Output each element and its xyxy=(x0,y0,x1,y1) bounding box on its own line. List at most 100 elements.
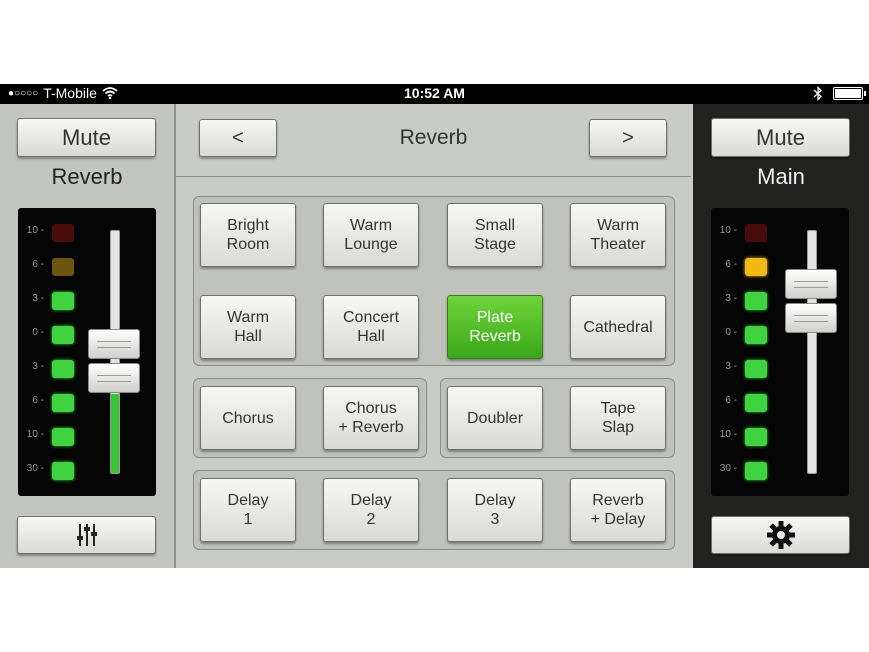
preset-label-line2: Room xyxy=(226,236,270,253)
preset-label: Cathedral xyxy=(583,318,652,337)
effects-panel: < Reverb > Bright Room Warm Lounge Small Stag… xyxy=(176,104,691,568)
preset-label-line2: Hall xyxy=(357,328,385,345)
right-meter-led xyxy=(745,292,767,310)
left-meter-row: 3 - xyxy=(18,360,88,378)
preset-label-line1: Delay xyxy=(227,492,269,509)
right-level-meter: 10 - 6 - 3 - 0 - 3 - 6 - 10 - 30 - xyxy=(711,208,849,496)
left-eq-button[interactable] xyxy=(17,516,156,554)
preset-button[interactable]: Concert Hall xyxy=(323,295,419,359)
right-meter-label: 10 - xyxy=(719,429,737,440)
left-meter-label: 0 - xyxy=(32,327,44,338)
left-meter-row: 6 - xyxy=(18,394,88,412)
preset-label-line1: Warm xyxy=(226,309,270,326)
preset-label-line1: Cathedral xyxy=(583,318,653,336)
left-meter-label: 6 - xyxy=(32,395,44,406)
right-fader-handle[interactable] xyxy=(785,268,837,299)
preset-button[interactable]: Small Stage xyxy=(447,203,543,267)
right-channel-name: Main xyxy=(757,164,805,189)
preset-button[interactable]: Tape Slap xyxy=(570,386,666,450)
preset-label-line2: Lounge xyxy=(344,236,398,253)
preset-button[interactable]: Warm Lounge xyxy=(323,203,419,267)
left-fader-handle-lower[interactable] xyxy=(88,363,140,394)
preset-button[interactable]: Reverb + Delay xyxy=(570,478,666,542)
right-meter-led xyxy=(745,326,767,344)
preset-label-line1: Delay xyxy=(350,492,392,509)
preset-label: Delay 3 xyxy=(475,491,516,529)
left-meter-label: 3 - xyxy=(32,361,44,372)
preset-label: Delay 2 xyxy=(351,491,392,529)
preset-label-line2: 2 xyxy=(366,511,376,528)
preset-label-line2: 3 xyxy=(490,511,500,528)
right-fader-handle-lower[interactable] xyxy=(785,302,837,333)
preset-label-line2: 1 xyxy=(243,511,253,528)
right-meter-row: 3 - xyxy=(711,360,781,378)
preset-button[interactable]: Doubler xyxy=(447,386,543,450)
right-channel-strip: Mute Main 10 - 6 - 3 - 0 - 3 - 6 - 10 - 30 - xyxy=(693,104,869,568)
preset-label-line2: Reverb xyxy=(469,328,521,345)
left-meter-row: 10 - xyxy=(18,428,88,446)
status-right xyxy=(813,86,866,101)
right-meter-led xyxy=(745,394,767,412)
right-meter-label: 6 - xyxy=(725,259,737,270)
bluetooth-icon xyxy=(813,86,822,101)
left-meter-row: 3 - xyxy=(18,292,88,310)
preset-label: Warm Lounge xyxy=(344,216,397,254)
left-mute-button[interactable]: Mute xyxy=(17,118,156,157)
preset-button[interactable]: Warm Hall xyxy=(200,295,296,359)
preset-label: Chorus + Reverb xyxy=(338,399,403,437)
left-meter-label: 6 - xyxy=(32,259,44,270)
preset-label: Tape Slap xyxy=(601,399,636,437)
preset-label-line2: + Reverb xyxy=(338,419,404,436)
preset-label: Warm Theater xyxy=(590,216,645,254)
preset-label: Delay 1 xyxy=(228,491,269,529)
app-screen: ●○○○○ T-Mobile 10:52 AM Mute Reverb 10 -… xyxy=(0,84,869,568)
preset-label-line1: Warm xyxy=(596,217,640,234)
preset-label-line1: Small xyxy=(474,217,515,234)
right-meter-label: 3 - xyxy=(725,361,737,372)
left-fader-handle[interactable] xyxy=(88,329,140,360)
left-channel-strip: Mute Reverb 10 - 6 - 3 - 0 - 3 - 6 - 10 - 30 - xyxy=(0,104,176,568)
right-meter-label: 0 - xyxy=(725,327,737,338)
left-meter-led xyxy=(52,360,74,378)
preset-label-line2: Hall xyxy=(234,328,262,345)
preset-label: Plate Reverb xyxy=(469,308,521,346)
settings-button[interactable] xyxy=(711,516,850,554)
status-time: 10:52 AM xyxy=(404,85,465,101)
preset-label: Bright Room xyxy=(227,216,270,254)
preset-label-line2: Theater xyxy=(590,236,646,253)
preset-button[interactable]: Delay 2 xyxy=(323,478,419,542)
right-meter-row: 0 - xyxy=(711,326,781,344)
preset-button[interactable]: Chorus + Reverb xyxy=(323,386,419,450)
next-effect-button[interactable]: > xyxy=(589,119,667,157)
preset-button[interactable]: Delay 3 xyxy=(447,478,543,542)
left-meter-row: 10 - xyxy=(18,224,88,242)
preset-button[interactable]: Warm Theater xyxy=(570,203,666,267)
preset-label-line1: Bright xyxy=(227,217,269,234)
right-meter-label: 30 - xyxy=(719,463,737,474)
preset-button[interactable]: Cathedral xyxy=(570,295,666,359)
header-divider xyxy=(176,176,691,177)
left-meter-led xyxy=(52,326,74,344)
left-meter-label: 30 - xyxy=(26,463,44,474)
left-meter-led xyxy=(52,394,74,412)
preset-button[interactable]: Delay 1 xyxy=(200,478,296,542)
right-mute-button[interactable]: Mute xyxy=(711,118,850,157)
left-meter-label: 3 - xyxy=(32,293,44,304)
gear-icon xyxy=(766,521,795,549)
preset-label-line1: Tape xyxy=(600,400,636,417)
preset-button[interactable]: Chorus xyxy=(200,386,296,450)
right-fader-track[interactable] xyxy=(807,230,817,474)
right-meter-led xyxy=(745,462,767,480)
right-meter-row: 30 - xyxy=(711,462,781,480)
mixer-sliders-icon xyxy=(76,524,97,546)
right-meter-row: 10 - xyxy=(711,428,781,446)
preset-button[interactable]: Plate Reverb xyxy=(447,295,543,359)
preset-label-line1: Plate xyxy=(476,309,514,326)
preset-button[interactable]: Bright Room xyxy=(200,203,296,267)
right-meter-led xyxy=(745,258,767,276)
right-meter-row: 10 - xyxy=(711,224,781,242)
left-meter-label: 10 - xyxy=(26,429,44,440)
left-meter-led xyxy=(52,258,74,276)
left-meter-led xyxy=(52,292,74,310)
preset-label-line1: Concert xyxy=(342,309,400,326)
